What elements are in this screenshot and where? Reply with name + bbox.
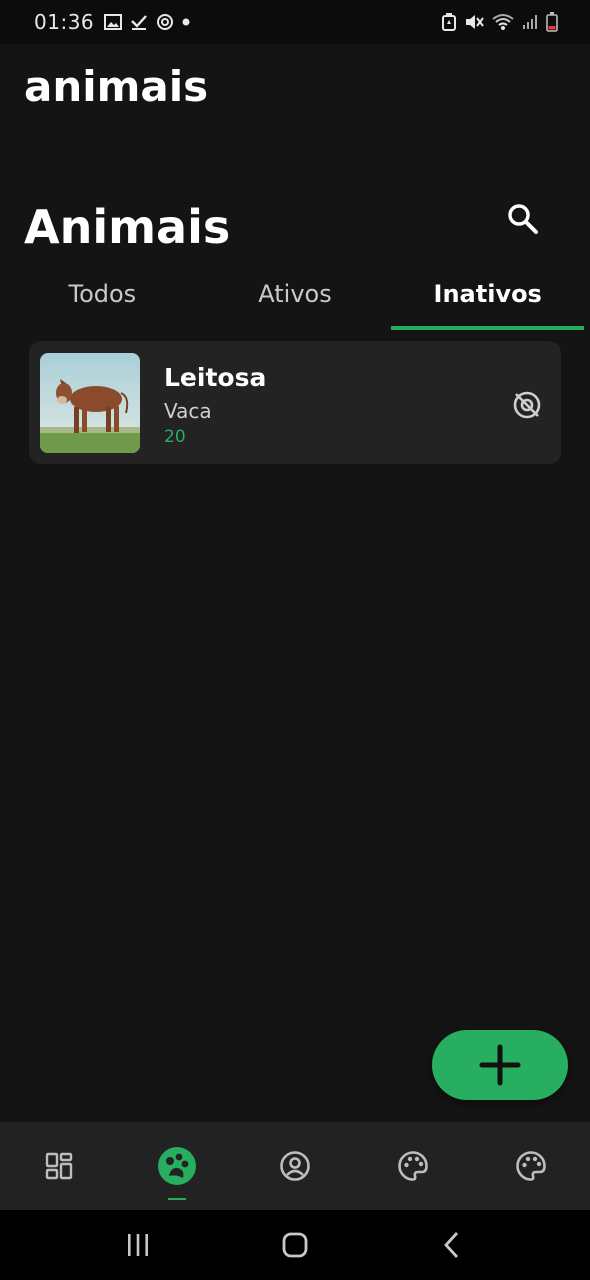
nav-item-palette-2[interactable]	[472, 1122, 590, 1210]
battery-saver-icon	[442, 13, 456, 31]
palette-icon	[515, 1150, 547, 1182]
nav-active-indicator	[168, 1198, 186, 1200]
animal-age: 20	[164, 427, 186, 447]
animals-icon	[157, 1146, 197, 1186]
add-animal-button[interactable]	[432, 1030, 568, 1100]
signal-icon	[522, 14, 538, 30]
animal-card[interactable]: Leitosa Vaca 20	[29, 341, 561, 464]
animal-photo	[40, 353, 140, 453]
sync-icon	[156, 13, 174, 31]
gallery-icon	[104, 14, 123, 30]
wifi-icon	[492, 13, 514, 31]
palette-icon	[397, 1150, 429, 1182]
status-notification-icons	[104, 13, 190, 31]
bottom-nav	[0, 1122, 590, 1210]
animal-name: Leitosa	[164, 363, 267, 392]
tab-ativos[interactable]: Ativos	[199, 268, 392, 330]
home-icon	[281, 1231, 309, 1259]
tab-inativos[interactable]: Inativos	[391, 268, 584, 330]
page-title: Animais	[24, 200, 231, 254]
filter-tabs: Todos Ativos Inativos	[6, 268, 584, 330]
visibility-off-icon	[511, 389, 543, 421]
back-icon	[441, 1231, 463, 1259]
system-nav	[0, 1210, 590, 1280]
animal-species: Vaca	[164, 399, 212, 423]
status-left: 01:36	[34, 10, 190, 34]
check-icon	[130, 13, 148, 31]
nav-item-animals[interactable]	[118, 1122, 236, 1210]
status-bar: 01:36	[0, 0, 590, 44]
home-button[interactable]	[265, 1220, 325, 1270]
mute-icon	[464, 13, 484, 31]
profile-icon	[279, 1150, 311, 1182]
nav-item-profile[interactable]	[236, 1122, 354, 1210]
nav-item-dashboard[interactable]	[0, 1122, 118, 1210]
plus-icon	[479, 1044, 521, 1086]
recents-icon	[125, 1232, 151, 1258]
status-system-icons	[442, 12, 558, 32]
dot-icon	[182, 18, 190, 26]
app-title: animais	[24, 62, 209, 111]
back-button[interactable]	[422, 1220, 482, 1270]
status-toggle-button[interactable]	[507, 385, 547, 425]
battery-icon	[546, 12, 558, 32]
dashboard-icon	[45, 1152, 73, 1180]
search-button[interactable]	[500, 196, 546, 242]
nav-item-palette-1[interactable]	[354, 1122, 472, 1210]
search-icon	[506, 202, 540, 236]
status-time: 01:36	[34, 10, 95, 34]
tab-todos[interactable]: Todos	[6, 268, 199, 330]
recents-button[interactable]	[108, 1220, 168, 1270]
